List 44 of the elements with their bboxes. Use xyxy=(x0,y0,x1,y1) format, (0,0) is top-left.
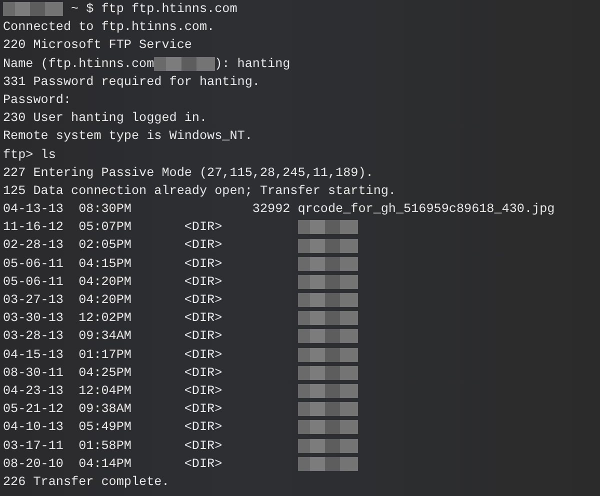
redaction-block xyxy=(3,2,64,16)
terminal-text: Password: xyxy=(3,92,72,109)
terminal-text: 331 Password required for hanting. xyxy=(3,74,260,91)
redaction-block xyxy=(298,384,358,398)
terminal-text: 226 Transfer complete. xyxy=(3,474,170,491)
terminal-text: 230 User hanting logged in. xyxy=(3,110,208,128)
terminal-text: 08-30-11 04:25PM <DIR> xyxy=(3,364,224,382)
redaction-block xyxy=(298,238,358,253)
redaction-block xyxy=(298,348,358,362)
redaction-block xyxy=(298,402,358,416)
terminal-text: 04-15-13 01:17PM <DIR> xyxy=(3,346,224,364)
terminal-text: 05-06-11 04:15PM <DIR> xyxy=(3,256,224,273)
terminal-text: ): hanting xyxy=(214,56,290,73)
terminal-text: 02-28-13 02:05PM <DIR> xyxy=(3,237,224,254)
redaction-block xyxy=(298,274,358,289)
terminal-text: Connected to ftp.htinns.com. xyxy=(3,19,215,36)
terminal-text: 05-06-11 04:20PM <DIR> xyxy=(3,274,224,291)
redaction-block xyxy=(298,220,358,234)
terminal-text: Name (ftp.htinns.com xyxy=(3,56,154,73)
terminal-text: ftp> ls xyxy=(3,146,56,164)
redaction-block xyxy=(298,456,358,471)
terminal-text: Remote system type is Windows_NT. xyxy=(3,128,252,146)
redaction-block xyxy=(298,256,358,271)
redaction-block xyxy=(298,366,358,380)
terminal-text: 04-10-13 05:49PM <DIR> xyxy=(3,419,224,436)
terminal-text: 03-17-11 01:58PM <DIR> xyxy=(3,438,224,454)
terminal-text: 08-20-10 04:14PM <DIR> xyxy=(3,456,224,473)
terminal-text: ~ $ ftp ftp.htinns.com xyxy=(70,1,238,18)
redaction-block xyxy=(298,311,358,326)
redaction-block xyxy=(154,56,215,71)
terminal-text: 04-13-13 08:30PM 32992 qrcode_for_gh_516959c89618_430.jpg xyxy=(3,201,555,218)
terminal-text: 03-27-13 04:20PM <DIR> xyxy=(3,292,224,309)
terminal-text: 05-21-12 09:38AM <DIR> xyxy=(3,401,224,418)
terminal-text: 11-16-12 05:07PM <DIR> xyxy=(3,219,224,236)
terminal-text: 04-23-13 12:04PM <DIR> xyxy=(3,382,224,400)
terminal-text: 03-30-13 12:02PM <DIR> xyxy=(3,310,224,328)
redaction-block xyxy=(298,329,358,344)
terminal-text: 227 Entering Passive Mode (27,115,28,245,11,189). xyxy=(3,164,374,182)
terminal-text: 125 Data connection already open; Transfer starting. xyxy=(3,182,396,200)
terminal-text: 03-28-13 09:34AM <DIR> xyxy=(3,328,224,346)
redaction-block xyxy=(298,420,358,434)
redaction-block xyxy=(298,438,358,453)
redaction-block xyxy=(298,293,358,308)
terminal-text: 220 Microsoft FTP Service xyxy=(3,37,192,54)
